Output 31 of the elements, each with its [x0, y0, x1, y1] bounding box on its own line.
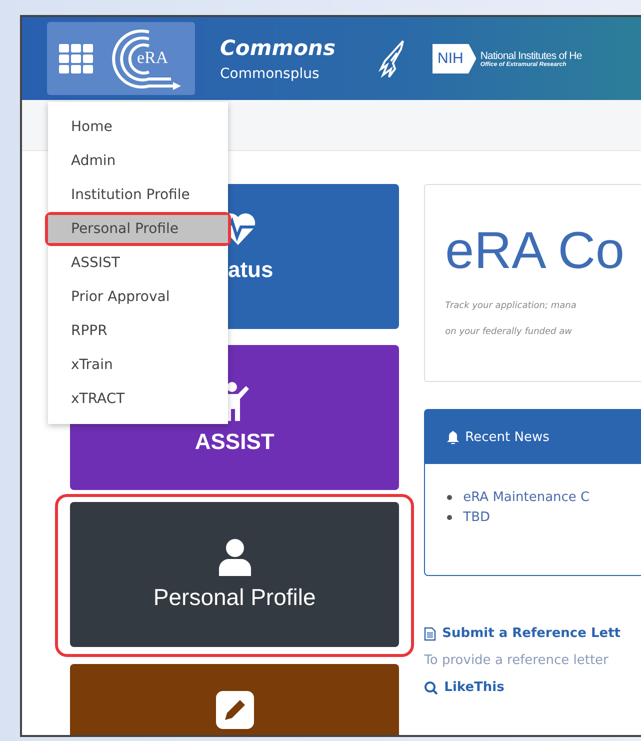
era-logo [109, 28, 181, 90]
news-title: Recent News [465, 430, 550, 444]
news-link[interactable]: TBD [463, 510, 490, 525]
link-title[interactable]: LikeThis [444, 680, 504, 695]
bullet-icon [447, 515, 452, 520]
logo-text: NIH [437, 50, 464, 67]
person-icon [216, 538, 253, 576]
grid-icon [59, 44, 93, 74]
bullet-icon [447, 495, 452, 500]
menu-item[interactable]: Personal Profile [48, 215, 228, 243]
tile-label: Personal Profile [153, 584, 316, 611]
menu-item[interactable]: Admin [48, 147, 228, 175]
app-launcher-button[interactable]: eRA [47, 22, 195, 95]
pencil-icon [216, 691, 254, 729]
welcome-text: Track your application; mana [445, 300, 578, 313]
bell-icon [447, 430, 460, 444]
app-tile[interactable]: Personal Profile [70, 502, 400, 647]
link-title[interactable]: Submit a Reference Lett [442, 626, 620, 641]
app-subtitle: Commonsplus [220, 64, 320, 82]
search-icon [424, 680, 438, 694]
tile-label: ASSIST [194, 428, 274, 454]
news-link[interactable]: eRA Maintenance C [463, 490, 590, 505]
document-icon [424, 626, 436, 640]
welcome-title: eRA Co [445, 223, 626, 279]
welcome-text: on your federally funded aw [445, 326, 573, 339]
tile-label: atus [228, 256, 274, 282]
link-description: To provide a reference letter [424, 653, 610, 668]
app-title: Commons [220, 34, 336, 60]
agency-name: National Institutes of He [480, 50, 582, 62]
menu-item[interactable]: Home [48, 113, 228, 141]
logo-text: eRA [137, 48, 168, 68]
